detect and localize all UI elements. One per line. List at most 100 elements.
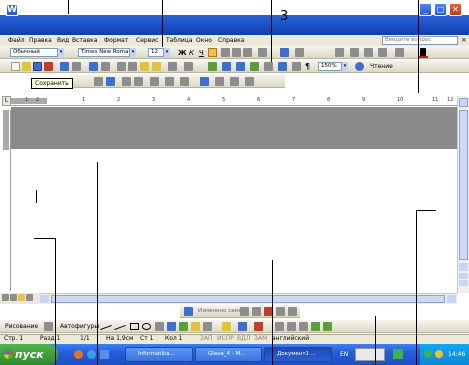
hscroll-thumb[interactable] (51, 295, 445, 303)
close-button[interactable]: ✕ (449, 3, 462, 16)
align-center-icon[interactable] (221, 48, 230, 57)
tab-selector[interactable]: L (2, 96, 11, 106)
show-hide-icon[interactable]: ¶ (305, 62, 310, 71)
float-icon-2[interactable] (240, 307, 249, 316)
task-document1[interactable]: Документ1 ... (264, 347, 332, 362)
review-icon-10[interactable] (230, 77, 239, 86)
outline-view-icon[interactable] (26, 294, 33, 301)
rectangle-icon[interactable] (130, 323, 139, 330)
ask-question-field[interactable]: Введите вопрос (382, 36, 458, 45)
vertical-scrollbar[interactable] (457, 96, 469, 293)
menu-window[interactable]: Окно (196, 37, 212, 44)
review-icon-8[interactable] (200, 77, 209, 86)
review-icon-9[interactable] (215, 77, 224, 86)
menu-table[interactable]: Таблица (166, 37, 193, 44)
horizontal-ruler[interactable]: 1 2 1 2 3 4 5 6 7 8 9 10 11 12 (11, 96, 457, 106)
scroll-left-icon[interactable] (40, 295, 49, 303)
shadow-icon[interactable] (311, 322, 320, 331)
maximize-button[interactable]: □ (434, 3, 447, 16)
bulleted-list-icon[interactable] (350, 48, 359, 57)
undo-icon[interactable] (168, 62, 177, 71)
align-left-button[interactable] (208, 48, 217, 57)
close-doc-icon[interactable]: × (461, 36, 467, 44)
3d-icon[interactable] (323, 322, 332, 331)
tables-borders-icon[interactable] (222, 62, 231, 71)
style-combo[interactable]: Обычный (10, 48, 58, 57)
vscroll-thumb[interactable] (459, 110, 468, 260)
autoshapes-menu[interactable]: Автофигуры (60, 323, 99, 330)
review-icon-5[interactable] (150, 77, 159, 86)
oval-icon[interactable] (142, 323, 151, 330)
zoom-dropdown-icon[interactable]: ▾ (342, 62, 348, 71)
numbered-list-icon[interactable] (335, 48, 344, 57)
task-glava[interactable]: Glava_4 - M... (195, 347, 262, 362)
read-button[interactable]: Чтение (370, 63, 393, 70)
menu-view[interactable]: Вид (57, 37, 69, 44)
insert-table-icon[interactable] (236, 62, 245, 71)
draw-font-color-icon[interactable] (254, 322, 263, 331)
research-icon[interactable] (101, 62, 110, 71)
review-icon-3[interactable] (122, 77, 131, 86)
dash-style-icon[interactable] (287, 322, 296, 331)
review-icon-11[interactable] (245, 77, 254, 86)
copy-icon[interactable] (128, 62, 137, 71)
word-app-icon[interactable]: W (6, 4, 18, 16)
float-icon-5[interactable] (276, 307, 285, 316)
increase-indent-icon[interactable] (378, 48, 387, 57)
title-bar[interactable] (0, 15, 469, 35)
float-icon-1[interactable] (184, 307, 193, 316)
paste-icon[interactable] (140, 62, 149, 71)
menu-edit[interactable]: Правка (29, 37, 52, 44)
normal-view-icon[interactable] (2, 294, 9, 301)
review-icon-2[interactable] (106, 77, 115, 86)
justify-icon[interactable] (243, 48, 252, 57)
float-icon-6[interactable] (288, 307, 297, 316)
status-rec[interactable]: ЗАП (200, 335, 212, 342)
save-icon[interactable] (33, 62, 42, 71)
tray-app-icon[interactable] (355, 348, 385, 361)
cut-icon[interactable] (117, 62, 126, 71)
menu-format[interactable]: Формат (104, 37, 128, 44)
open-icon[interactable] (22, 62, 31, 71)
select-objects-icon[interactable] (44, 322, 53, 331)
review-icon-4[interactable] (134, 77, 143, 86)
review-icon-6[interactable] (165, 77, 174, 86)
excel-icon[interactable] (250, 62, 259, 71)
scroll-down-icon[interactable] (459, 263, 468, 271)
fill-color-icon[interactable] (222, 322, 231, 331)
doc-map-icon[interactable] (292, 62, 301, 71)
font-combo[interactable]: Times New Roman (78, 48, 130, 57)
border-icon[interactable] (395, 48, 404, 57)
web-view-icon[interactable] (10, 294, 17, 301)
status-zam[interactable]: ЗАМ (254, 335, 267, 342)
menu-tools[interactable]: Сервис (136, 37, 158, 44)
drawing-icon[interactable] (278, 62, 287, 71)
status-vdl[interactable]: ВДЛ (237, 335, 250, 342)
align-right-icon[interactable] (232, 48, 241, 57)
status-ispr[interactable]: ИСПР (217, 335, 234, 342)
arrow-style-icon[interactable] (299, 322, 308, 331)
hyperlink-icon[interactable] (208, 62, 217, 71)
quicklaunch-ie-icon[interactable] (87, 350, 96, 359)
browse-object-icon[interactable] (459, 280, 468, 286)
zoom-combo[interactable]: 150% (318, 62, 342, 71)
print-preview-icon[interactable] (72, 62, 81, 71)
menu-insert[interactable]: Вставка (72, 37, 97, 44)
scroll-right-icon[interactable] (447, 295, 456, 303)
language-indicator[interactable]: EN (340, 351, 348, 358)
picture-icon[interactable] (203, 322, 212, 331)
tray-network-icon[interactable] (424, 350, 432, 358)
quicklaunch-firefox-icon[interactable] (74, 350, 83, 359)
line-spacing-icon[interactable] (258, 48, 267, 57)
superscript-icon[interactable] (280, 48, 289, 57)
format-painter-icon[interactable] (152, 62, 161, 71)
vertical-ruler[interactable] (2, 110, 11, 291)
columns-icon[interactable] (264, 62, 273, 71)
font-dropdown-icon[interactable]: ▾ (130, 48, 136, 57)
print-icon[interactable] (60, 62, 69, 71)
spelling-icon[interactable] (89, 62, 98, 71)
decrease-indent-icon[interactable] (364, 48, 373, 57)
underline-button[interactable]: Ч (199, 49, 204, 57)
permission-icon[interactable] (44, 62, 53, 71)
redo-icon[interactable] (184, 62, 193, 71)
